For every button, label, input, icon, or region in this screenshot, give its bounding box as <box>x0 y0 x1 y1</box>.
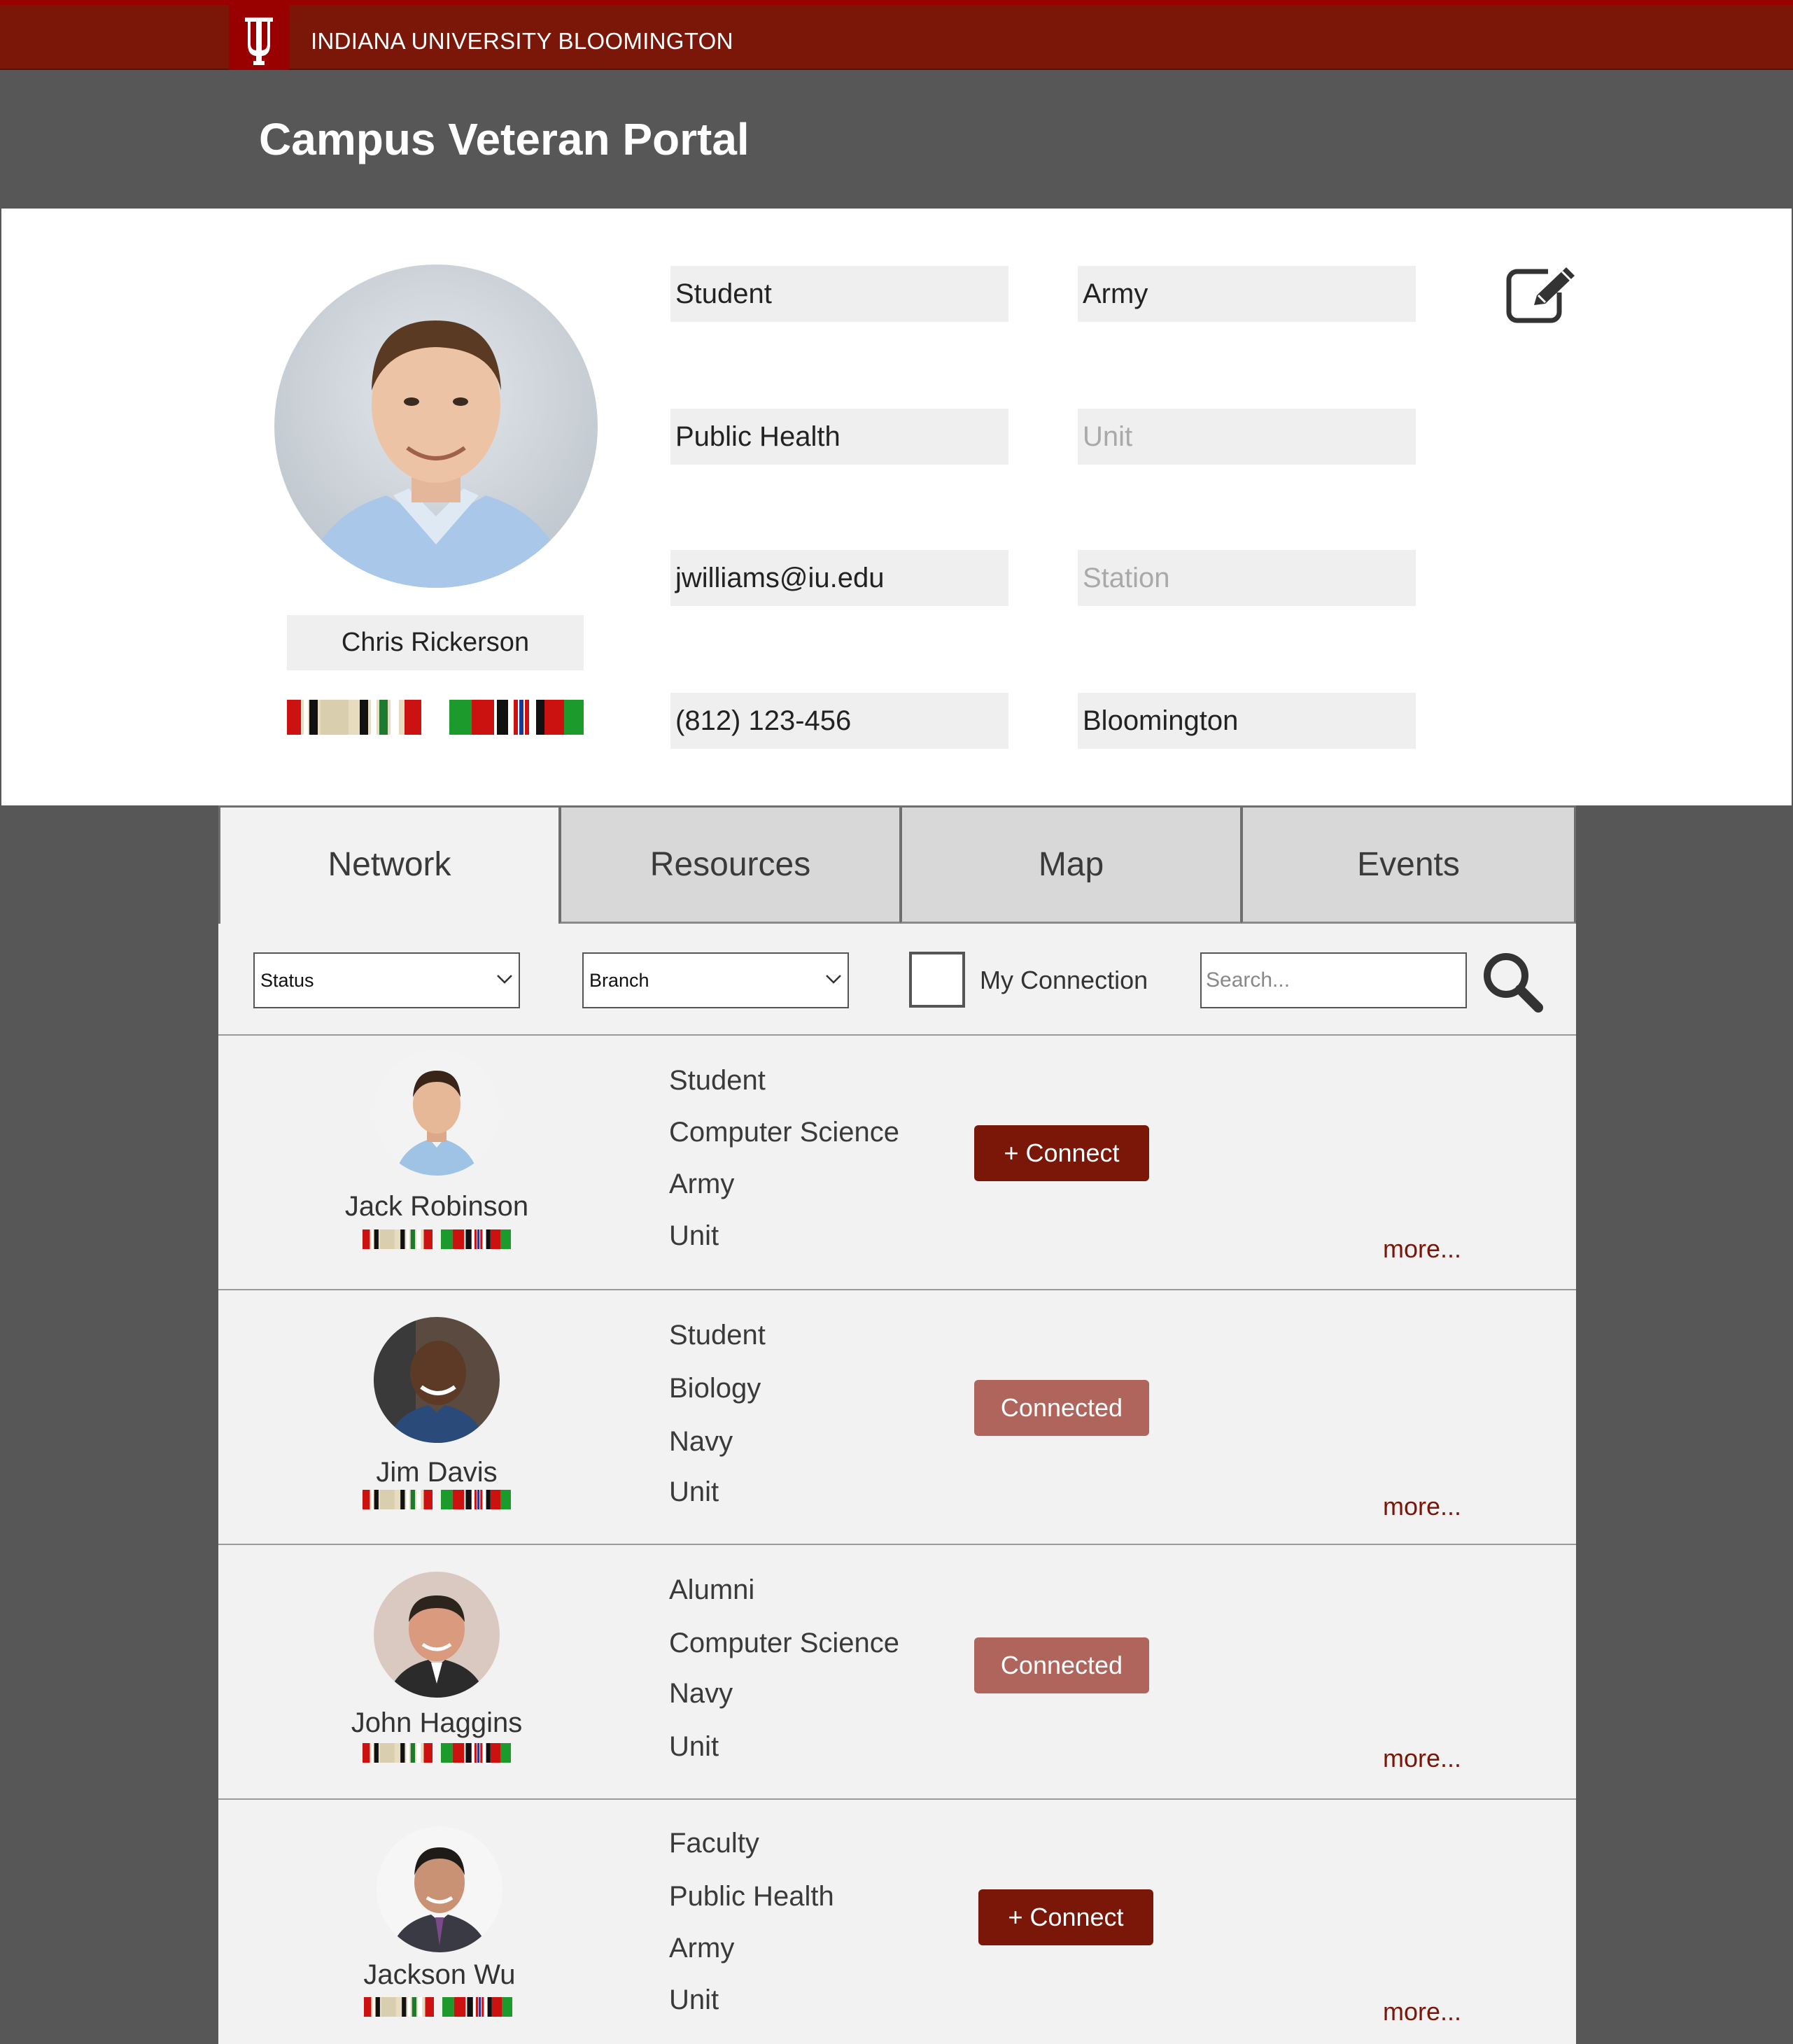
service-ribbon-icon <box>287 700 421 735</box>
my-connection-checkbox[interactable] <box>909 952 965 1008</box>
connected-button[interactable]: Connected <box>974 1637 1149 1693</box>
member-major: Computer Science <box>669 1117 900 1148</box>
status-select[interactable]: Status <box>253 952 520 1008</box>
tab-events[interactable]: Events <box>1241 805 1576 924</box>
member-avatar <box>377 1826 502 1952</box>
filter-bar: Status Branch My Connection Search... <box>218 924 1576 1036</box>
connect-button[interactable]: + Connect <box>978 1889 1153 1945</box>
chevron-down-icon <box>497 975 512 984</box>
service-ribbons-icon <box>364 1997 512 2017</box>
branch-select-label: Branch <box>589 970 649 991</box>
branch-select[interactable]: Branch <box>582 952 849 1008</box>
profile-name: Chris Rickerson <box>287 615 584 670</box>
connected-button[interactable]: Connected <box>974 1380 1149 1436</box>
member-name[interactable]: Jim Davis <box>309 1457 564 1488</box>
member-row: John Haggins Alumni Computer Science Nav… <box>218 1545 1576 1800</box>
member-avatar <box>374 1050 500 1176</box>
member-major: Computer Science <box>669 1628 900 1658</box>
more-link[interactable]: more... <box>1383 1744 1461 1773</box>
member-name[interactable]: Jack Robinson <box>309 1191 564 1222</box>
tab-map[interactable]: Map <box>900 805 1242 924</box>
member-unit: Unit <box>669 1220 719 1251</box>
status-select-label: Status <box>260 970 314 991</box>
profile-card: Chris Rickerson Student Army Public Heal… <box>1 209 1792 805</box>
tab-resources[interactable]: Resources <box>559 805 901 924</box>
member-unit: Unit <box>669 1985 719 2015</box>
member-branch: Army <box>669 1169 735 1199</box>
member-row: Jim Davis Student Biology Navy Unit Conn… <box>218 1290 1576 1545</box>
branch-field[interactable]: Army <box>1078 266 1416 322</box>
major-field[interactable]: Public Health <box>670 409 1008 465</box>
search-icon[interactable] <box>1481 950 1544 1013</box>
service-ribbons-icon <box>363 1743 511 1763</box>
member-unit: Unit <box>669 1731 719 1762</box>
member-unit: Unit <box>669 1476 719 1507</box>
member-avatar <box>374 1317 500 1443</box>
service-ribbons-icon <box>363 1490 511 1509</box>
my-connection-label: My Connection <box>980 966 1148 994</box>
email-field[interactable]: jwilliams@iu.edu <box>670 550 1008 606</box>
phone-field[interactable]: (812) 123-456 <box>670 693 1008 749</box>
unit-field[interactable]: Unit <box>1078 409 1416 465</box>
tab-network[interactable]: Network <box>218 805 561 924</box>
more-link[interactable]: more... <box>1383 1997 1461 2027</box>
member-branch: Navy <box>669 1678 733 1709</box>
more-link[interactable]: more... <box>1383 1234 1461 1264</box>
station-field[interactable]: Station <box>1078 550 1416 606</box>
member-role: Student <box>669 1065 766 1096</box>
member-role: Student <box>669 1320 766 1351</box>
member-branch: Navy <box>669 1426 733 1457</box>
service-ribbons-icon <box>363 1229 511 1249</box>
profile-avatar <box>274 265 598 588</box>
member-major: Public Health <box>669 1881 834 1912</box>
edit-icon[interactable] <box>1506 265 1579 323</box>
city-field[interactable]: Bloomington <box>1078 693 1416 749</box>
member-name[interactable]: John Haggins <box>309 1707 564 1739</box>
member-branch: Army <box>669 1933 735 1964</box>
member-major: Biology <box>669 1373 761 1404</box>
more-link[interactable]: more... <box>1383 1492 1461 1521</box>
iu-trident-logo[interactable] <box>229 5 289 75</box>
connect-button[interactable]: + Connect <box>974 1125 1149 1181</box>
network-panel: Network Resources Map Events Status Bran… <box>218 805 1576 2044</box>
member-row: Jackson Wu Faculty Public Health Army Un… <box>218 1800 1576 2044</box>
search-input[interactable]: Search... <box>1200 952 1467 1008</box>
member-avatar <box>374 1572 500 1698</box>
member-role: Faculty <box>669 1828 759 1859</box>
portal-header: Campus Veteran Portal <box>0 70 1793 209</box>
member-row: Jack Robinson Student Computer Science A… <box>218 1036 1576 1290</box>
chevron-down-icon <box>826 975 841 984</box>
service-ribbon-icon <box>449 700 584 735</box>
university-name[interactable]: INDIANA UNIVERSITY BLOOMINGTON <box>311 28 733 55</box>
university-brand-bar: INDIANA UNIVERSITY BLOOMINGTON <box>0 0 1793 75</box>
member-role: Alumni <box>669 1574 755 1605</box>
member-name[interactable]: Jackson Wu <box>312 1959 567 1991</box>
page-title: Campus Veteran Portal <box>259 114 750 164</box>
status-field[interactable]: Student <box>670 266 1008 322</box>
tab-bar: Network Resources Map Events <box>218 805 1576 924</box>
